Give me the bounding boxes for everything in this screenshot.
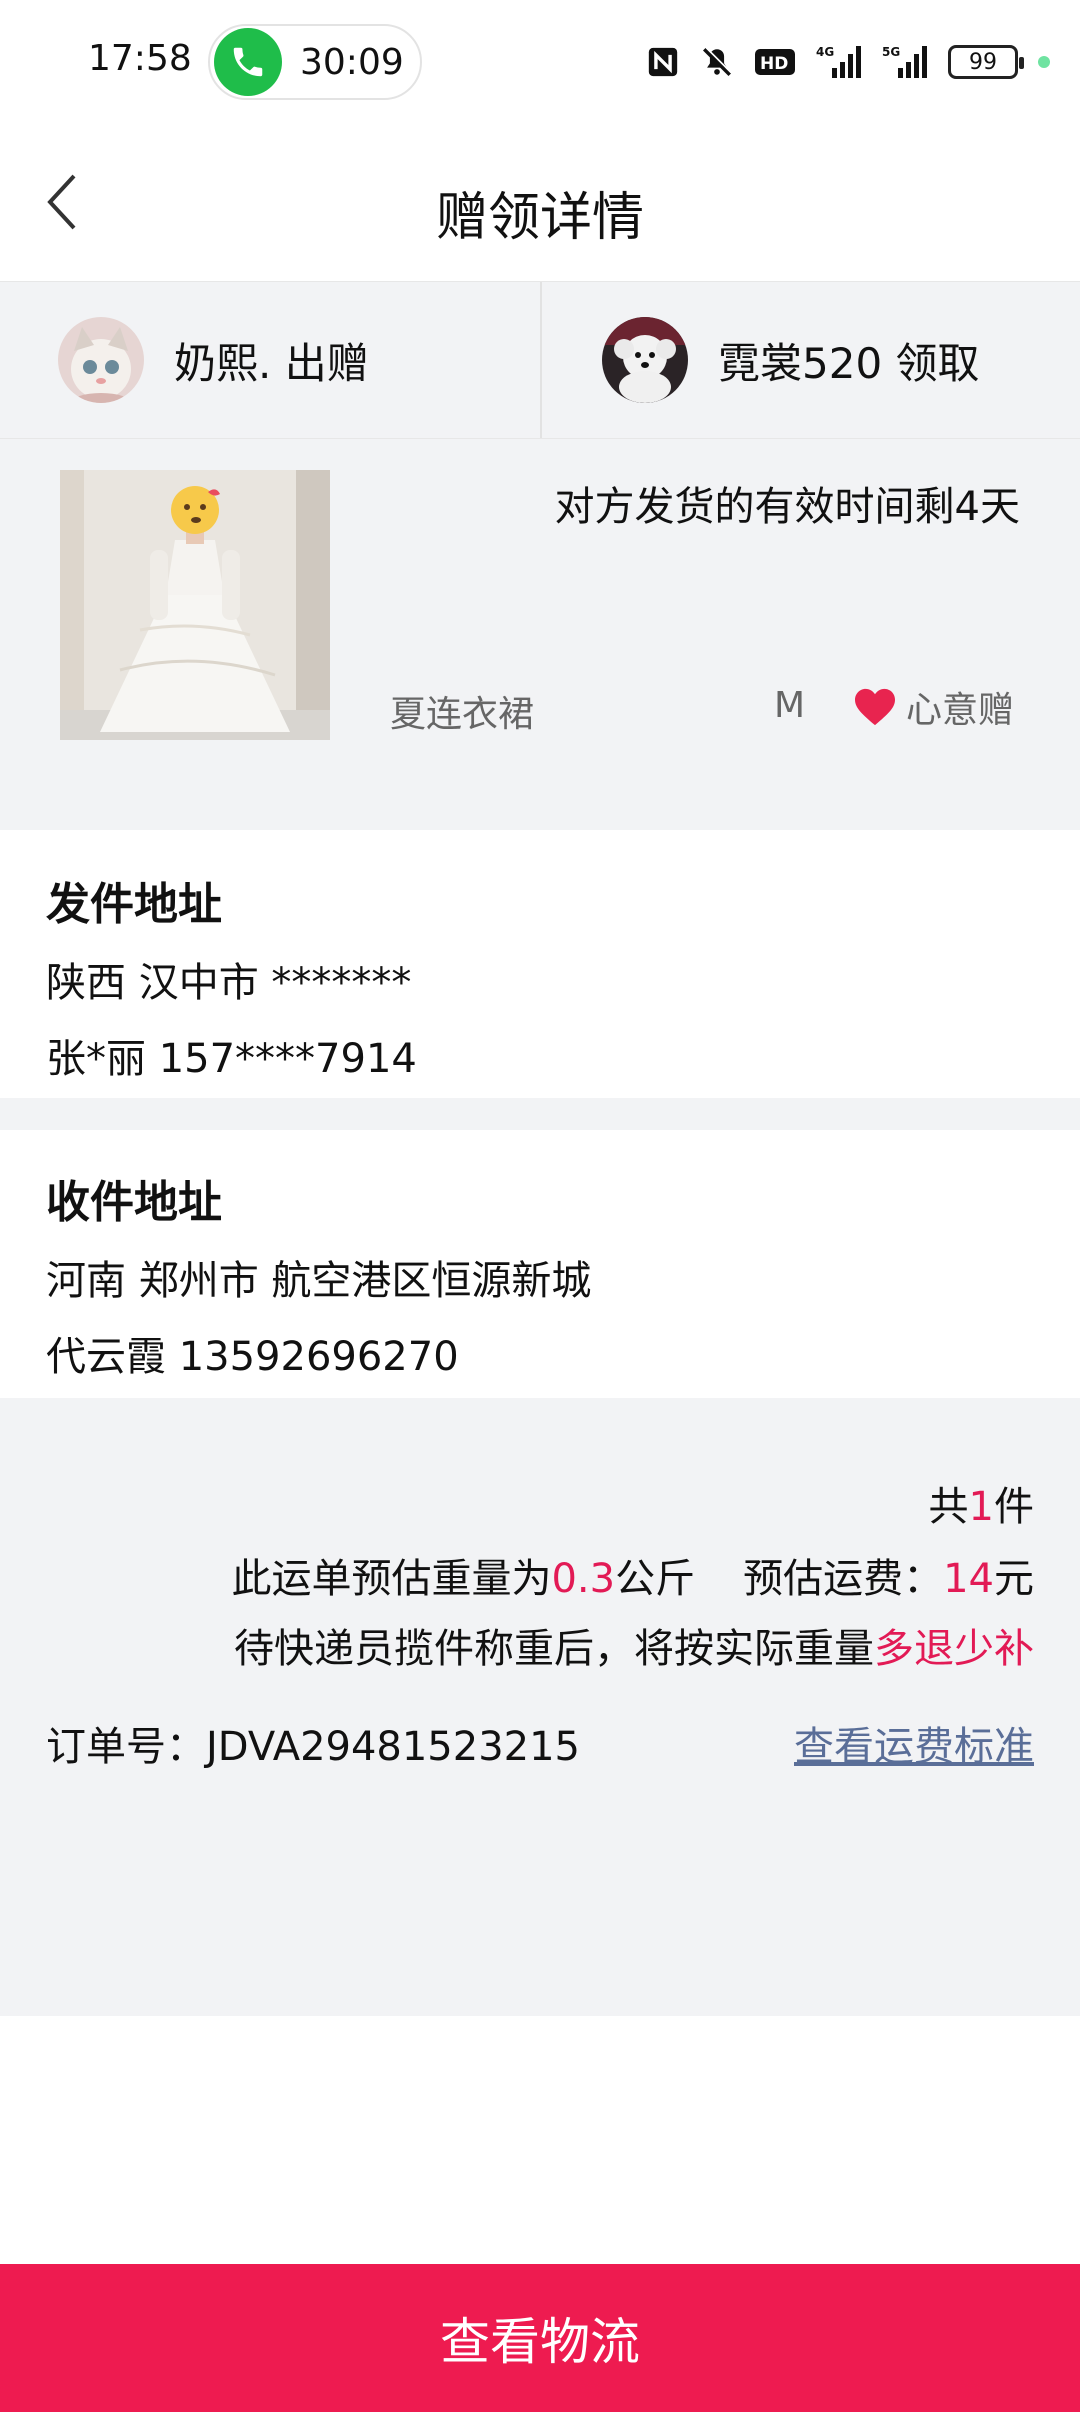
item-card[interactable]: 对方发货的有效时间剩4天 夏连衣裙 M 心意赠 [0,439,1080,830]
privacy-indicator-dot [1038,56,1050,68]
heart-icon [855,688,895,726]
status-time: 17:58 [88,38,192,79]
hd-icon: HD [754,47,796,77]
weight-note-highlight: 多退少补 [874,1626,1034,1672]
giver-party[interactable]: 奶熙. 出赠 [0,282,540,438]
battery-icon: 99 [948,45,1024,79]
weight-note-prefix: 待快递员揽件称重后，将按实际重量 [234,1626,874,1672]
call-timer: 30:09 [300,41,404,83]
mute-bell-icon [700,45,734,79]
receiver-name: 霓裳520 领取 [718,338,980,388]
view-logistics-button[interactable]: 查看物流 [0,2264,1080,2412]
receiver-region: 河南 郑州市 航空港区恒源新城 [46,1258,592,1304]
fee-value: 14 [943,1556,994,1602]
svg-text:4G: 4G [816,45,834,59]
receiver-avatar [602,317,688,403]
weight-note: 待快递员揽件称重后，将按实际重量多退少补 [234,1616,1034,1674]
item-count-prefix: 共 [928,1484,969,1530]
fee-prefix: 预估运费： [743,1556,944,1602]
phone-icon [214,28,282,96]
order-number-label: 订单号： [46,1724,206,1770]
weight-value: 0.3 [551,1556,616,1602]
weight-fee-line: 此运单预估重量为0.3公斤 预估运费：14元 [231,1546,1034,1604]
svg-text:5G: 5G [882,45,900,59]
page-header: 赠领详情 [0,125,1080,281]
item-photo[interactable] [60,470,330,740]
sender-address-title: 发件地址 [46,879,222,930]
item-name: 夏连衣裙 [390,694,535,735]
receiver-party[interactable]: 霓裳520 领取 [540,282,1080,438]
ongoing-call-pill[interactable]: 30:09 [208,24,422,100]
divider [0,1098,1080,1130]
status-bar: 17:58 30:09 HD 4G 5G 99 [0,0,1080,125]
signal-5g-icon: 5G [882,44,928,80]
receiver-address-title: 收件地址 [46,1177,222,1228]
fee-standard-link[interactable]: 查看运费标准 [794,1714,1034,1772]
ship-deadline-text: 对方发货的有效时间剩4天 [554,484,1020,530]
weight-prefix: 此运单预估重量为 [231,1556,552,1602]
gift-type-label: 心意赠 [906,690,1015,731]
receiver-contact: 代云霞 13592696270 [46,1334,459,1380]
order-number: 订单号：JDVA29481523215 [46,1714,580,1772]
shipping-summary: 共1件 此运单预估重量为0.3公斤 预估运费：14元 待快递员揽件称重后，将按实际… [0,1398,1080,2016]
item-size: M [774,685,806,726]
status-icons: HD 4G 5G 99 [646,40,1050,84]
item-count-value: 1 [968,1484,994,1530]
order-number-value: JDVA29481523215 [206,1724,581,1770]
svg-text:HD: HD [760,54,788,74]
giver-avatar [58,317,144,403]
gift-parties: 奶熙. 出赠 霓裳520 领取 [0,281,1080,439]
item-count: 共1件 [929,1474,1034,1532]
sender-address-section: 发件地址 陕西 汉中市 ******* 张*丽 157****7914 [0,830,1080,1098]
signal-4g-icon: 4G [816,44,862,80]
weight-unit: 公斤 [615,1556,696,1602]
nfc-icon [646,45,680,79]
item-count-suffix: 件 [994,1484,1034,1530]
fee-unit: 元 [994,1556,1034,1602]
giver-name: 奶熙. 出赠 [174,338,369,388]
sender-region: 陕西 汉中市 ******* [46,960,412,1006]
page-title: 赠领详情 [435,188,644,248]
gift-type-badge: 心意赠 [852,681,1014,733]
receiver-address-section: 收件地址 河南 郑州市 航空港区恒源新城 代云霞 13592696270 [0,1130,1080,1398]
sender-contact: 张*丽 157****7914 [46,1036,417,1082]
